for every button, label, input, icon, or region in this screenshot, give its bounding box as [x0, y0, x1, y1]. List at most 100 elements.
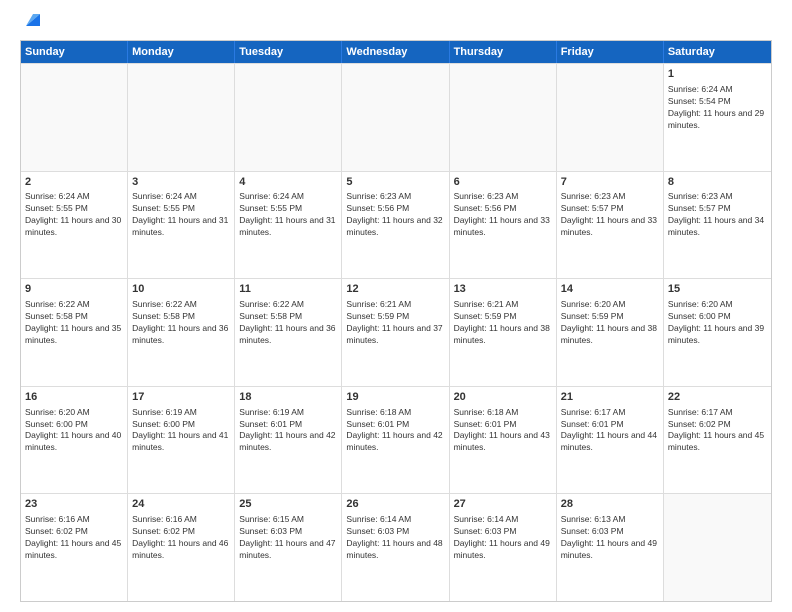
day-info: Sunrise: 6:24 AM Sunset: 5:55 PM Dayligh… — [25, 191, 123, 239]
day-cell-27: 27 Sunrise: 6:14 AM Sunset: 6:03 PM Dayli… — [450, 494, 557, 601]
day-number: 10 — [132, 282, 230, 297]
day-number: 7 — [561, 175, 659, 190]
day-cell-20: 20 Sunrise: 6:18 AM Sunset: 6:01 PM Dayli… — [450, 387, 557, 494]
day-info: Sunrise: 6:23 AM Sunset: 5:56 PM Dayligh… — [454, 191, 552, 239]
week-row-4: 16 Sunrise: 6:20 AM Sunset: 6:00 PM Dayli… — [21, 386, 771, 494]
day-number: 2 — [25, 175, 123, 190]
day-info: Sunrise: 6:18 AM Sunset: 6:01 PM Dayligh… — [346, 407, 444, 455]
day-cell-2: 2Sunrise: 6:24 AM Sunset: 5:55 PM Daylig… — [21, 172, 128, 279]
day-info: Sunrise: 6:23 AM Sunset: 5:56 PM Dayligh… — [346, 191, 444, 239]
day-cell-14: 14 Sunrise: 6:20 AM Sunset: 5:59 PM Dayli… — [557, 279, 664, 386]
week-row-5: 23 Sunrise: 6:16 AM Sunset: 6:02 PM Dayli… — [21, 493, 771, 601]
day-number: 22 — [668, 390, 767, 405]
day-number: 28 — [561, 497, 659, 512]
day-info: Sunrise: 6:22 AM Sunset: 5:58 PM Dayligh… — [239, 299, 337, 347]
day-cell-16: 16 Sunrise: 6:20 AM Sunset: 6:00 PM Dayli… — [21, 387, 128, 494]
day-info: Sunrise: 6:14 AM Sunset: 6:03 PM Dayligh… — [454, 514, 552, 562]
day-number: 14 — [561, 282, 659, 297]
day-cell-4: 4Sunrise: 6:24 AM Sunset: 5:55 PM Daylig… — [235, 172, 342, 279]
day-info: Sunrise: 6:13 AM Sunset: 6:03 PM Dayligh… — [561, 514, 659, 562]
day-cell-18: 18 Sunrise: 6:19 AM Sunset: 6:01 PM Dayli… — [235, 387, 342, 494]
week-row-2: 2Sunrise: 6:24 AM Sunset: 5:55 PM Daylig… — [21, 171, 771, 279]
day-cell-1: 1 Sunrise: 6:24 AM Sunset: 5:54 PM Daylig… — [664, 64, 771, 171]
day-cell-13: 13 Sunrise: 6:21 AM Sunset: 5:59 PM Dayli… — [450, 279, 557, 386]
day-header-saturday: Saturday — [664, 41, 771, 63]
day-cell-8: 8Sunrise: 6:23 AM Sunset: 5:57 PM Daylig… — [664, 172, 771, 279]
day-cell-9: 9 Sunrise: 6:22 AM Sunset: 5:58 PM Daylig… — [21, 279, 128, 386]
day-cell-24: 24 Sunrise: 6:16 AM Sunset: 6:02 PM Dayli… — [128, 494, 235, 601]
empty-cell — [342, 64, 449, 171]
day-info: Sunrise: 6:22 AM Sunset: 5:58 PM Dayligh… — [132, 299, 230, 347]
day-cell-12: 12Sunrise: 6:21 AM Sunset: 5:59 PM Dayli… — [342, 279, 449, 386]
day-cell-28: 28 Sunrise: 6:13 AM Sunset: 6:03 PM Dayli… — [557, 494, 664, 601]
day-cell-7: 7Sunrise: 6:23 AM Sunset: 5:57 PM Daylig… — [557, 172, 664, 279]
day-header-thursday: Thursday — [450, 41, 557, 63]
day-cell-11: 11 Sunrise: 6:22 AM Sunset: 5:58 PM Dayli… — [235, 279, 342, 386]
day-cell-15: 15 Sunrise: 6:20 AM Sunset: 6:00 PM Dayli… — [664, 279, 771, 386]
day-info: Sunrise: 6:16 AM Sunset: 6:02 PM Dayligh… — [132, 514, 230, 562]
day-info: Sunrise: 6:23 AM Sunset: 5:57 PM Dayligh… — [668, 191, 767, 239]
day-header-tuesday: Tuesday — [235, 41, 342, 63]
day-cell-5: 5Sunrise: 6:23 AM Sunset: 5:56 PM Daylig… — [342, 172, 449, 279]
empty-cell — [557, 64, 664, 171]
day-cell-23: 23 Sunrise: 6:16 AM Sunset: 6:02 PM Dayli… — [21, 494, 128, 601]
day-cell-19: 19Sunrise: 6:18 AM Sunset: 6:01 PM Dayli… — [342, 387, 449, 494]
day-number: 25 — [239, 497, 337, 512]
day-info: Sunrise: 6:17 AM Sunset: 6:02 PM Dayligh… — [668, 407, 767, 455]
day-number: 18 — [239, 390, 337, 405]
day-header-sunday: Sunday — [21, 41, 128, 63]
day-header-friday: Friday — [557, 41, 664, 63]
day-number: 5 — [346, 175, 444, 190]
calendar: SundayMondayTuesdayWednesdayThursdayFrid… — [20, 40, 772, 602]
day-header-monday: Monday — [128, 41, 235, 63]
day-info: Sunrise: 6:19 AM Sunset: 6:00 PM Dayligh… — [132, 407, 230, 455]
logo — [20, 16, 44, 30]
day-cell-21: 21Sunrise: 6:17 AM Sunset: 6:01 PM Dayli… — [557, 387, 664, 494]
empty-cell — [450, 64, 557, 171]
logo-icon — [22, 8, 44, 30]
day-info: Sunrise: 6:24 AM Sunset: 5:55 PM Dayligh… — [132, 191, 230, 239]
day-info: Sunrise: 6:20 AM Sunset: 6:00 PM Dayligh… — [25, 407, 123, 455]
day-number: 16 — [25, 390, 123, 405]
day-number: 15 — [668, 282, 767, 297]
week-row-3: 9 Sunrise: 6:22 AM Sunset: 5:58 PM Daylig… — [21, 278, 771, 386]
day-cell-17: 17 Sunrise: 6:19 AM Sunset: 6:00 PM Dayli… — [128, 387, 235, 494]
day-info: Sunrise: 6:24 AM Sunset: 5:54 PM Dayligh… — [668, 84, 767, 132]
day-info: Sunrise: 6:19 AM Sunset: 6:01 PM Dayligh… — [239, 407, 337, 455]
day-number: 20 — [454, 390, 552, 405]
day-number: 21 — [561, 390, 659, 405]
day-header-wednesday: Wednesday — [342, 41, 449, 63]
day-info: Sunrise: 6:20 AM Sunset: 6:00 PM Dayligh… — [668, 299, 767, 347]
day-number: 13 — [454, 282, 552, 297]
day-number: 1 — [668, 67, 767, 82]
day-info: Sunrise: 6:14 AM Sunset: 6:03 PM Dayligh… — [346, 514, 444, 562]
page-header — [20, 16, 772, 30]
day-cell-26: 26 Sunrise: 6:14 AM Sunset: 6:03 PM Dayli… — [342, 494, 449, 601]
day-number: 9 — [25, 282, 123, 297]
day-number: 3 — [132, 175, 230, 190]
day-number: 6 — [454, 175, 552, 190]
day-cell-6: 6Sunrise: 6:23 AM Sunset: 5:56 PM Daylig… — [450, 172, 557, 279]
day-number: 17 — [132, 390, 230, 405]
day-info: Sunrise: 6:22 AM Sunset: 5:58 PM Dayligh… — [25, 299, 123, 347]
empty-cell — [128, 64, 235, 171]
empty-cell — [235, 64, 342, 171]
day-number: 24 — [132, 497, 230, 512]
day-info: Sunrise: 6:20 AM Sunset: 5:59 PM Dayligh… — [561, 299, 659, 347]
day-cell-10: 10 Sunrise: 6:22 AM Sunset: 5:58 PM Dayli… — [128, 279, 235, 386]
day-number: 27 — [454, 497, 552, 512]
day-cell-3: 3Sunrise: 6:24 AM Sunset: 5:55 PM Daylig… — [128, 172, 235, 279]
day-info: Sunrise: 6:23 AM Sunset: 5:57 PM Dayligh… — [561, 191, 659, 239]
day-number: 4 — [239, 175, 337, 190]
empty-cell — [21, 64, 128, 171]
day-number: 23 — [25, 497, 123, 512]
day-info: Sunrise: 6:15 AM Sunset: 6:03 PM Dayligh… — [239, 514, 337, 562]
calendar-body: 1 Sunrise: 6:24 AM Sunset: 5:54 PM Daylig… — [21, 63, 771, 601]
day-number: 11 — [239, 282, 337, 297]
day-info: Sunrise: 6:16 AM Sunset: 6:02 PM Dayligh… — [25, 514, 123, 562]
day-number: 26 — [346, 497, 444, 512]
day-info: Sunrise: 6:18 AM Sunset: 6:01 PM Dayligh… — [454, 407, 552, 455]
day-info: Sunrise: 6:21 AM Sunset: 5:59 PM Dayligh… — [454, 299, 552, 347]
day-number: 8 — [668, 175, 767, 190]
week-row-1: 1 Sunrise: 6:24 AM Sunset: 5:54 PM Daylig… — [21, 63, 771, 171]
